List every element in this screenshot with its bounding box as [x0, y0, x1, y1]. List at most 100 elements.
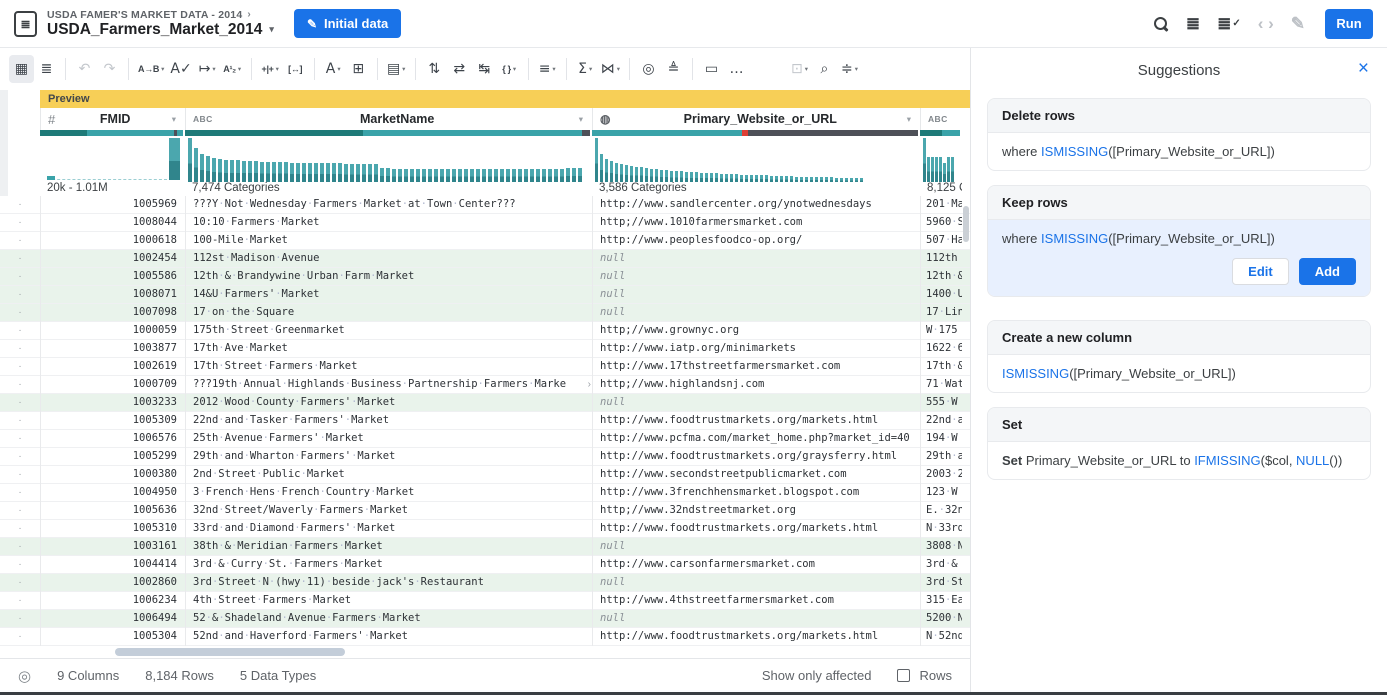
histogram-bar[interactable]	[296, 163, 300, 182]
cell-fmid[interactable]: 1003161	[40, 538, 185, 556]
table-row[interactable]: ·10044143rd·&·Curry·St.·Farmers·Marketht…	[0, 556, 970, 574]
cell-fmid[interactable]: 1005309	[40, 412, 185, 430]
histogram-bar[interactable]	[374, 164, 378, 182]
cell-street-address[interactable]: 17th·&	[920, 358, 962, 376]
histogram-bar[interactable]	[332, 163, 336, 182]
histogram-bar[interactable]	[610, 161, 613, 182]
histogram-bar[interactable]	[595, 138, 598, 182]
histogram-bar[interactable]	[542, 169, 546, 182]
histogram-bar[interactable]	[572, 168, 576, 182]
cell-primary-website[interactable]: http://www.iatp.org/minimarkets	[592, 340, 920, 358]
cell-street-address[interactable]: 22nd·a	[920, 412, 962, 430]
toolbar-more-options-button[interactable]: …	[724, 55, 749, 83]
histogram-bar[interactable]	[428, 169, 432, 182]
cell-market-name[interactable]: 38th·&·Meridian·Farmers·Market	[185, 538, 592, 556]
table-row[interactable]: ·100709817·on·the·Squarenull17·Lin	[0, 304, 970, 322]
cell-market-name[interactable]: 3rd·&·Curry·St.·Farmers·Market	[185, 556, 592, 574]
cell-market-name[interactable]: 17th·Ave·Market	[185, 340, 592, 358]
toolbar-new-column-button[interactable]: ⊞	[346, 55, 371, 83]
histogram-bar[interactable]	[635, 167, 638, 182]
cell-street-address[interactable]: 1400·U	[920, 286, 962, 304]
histogram-bar[interactable]	[266, 162, 270, 182]
chevron-down-icon[interactable]: ▾	[172, 114, 176, 125]
histogram-bar[interactable]	[923, 138, 926, 182]
range-low-bar[interactable]	[47, 176, 55, 180]
cell-primary-website[interactable]: http://www.secondstreetpublicmarket.com	[592, 466, 920, 484]
toolbar-stack-button[interactable]: ≜	[661, 55, 686, 83]
column-header-FMID[interactable]: #FMID▾	[40, 108, 185, 130]
histogram-bar[interactable]	[290, 163, 294, 182]
histogram-bar[interactable]	[645, 168, 648, 182]
cell-market-name[interactable]: 2012·Wood·County·Farmers'·Market	[185, 394, 592, 412]
histogram-bar[interactable]	[494, 169, 498, 182]
histogram-bar[interactable]	[947, 157, 950, 182]
histogram-bar[interactable]	[488, 169, 492, 182]
table-row[interactable]: ·100531033rd·and·Diamond·Farmers'·Market…	[0, 520, 970, 538]
cell-fmid[interactable]: 1002860	[40, 574, 185, 592]
toolbar-manage-rows-button[interactable]: ▤▾	[384, 55, 409, 83]
histogram-bar[interactable]	[700, 173, 703, 182]
histogram-bar[interactable]	[434, 169, 438, 182]
histogram-bar[interactable]	[625, 165, 628, 182]
column-header-col-4[interactable]: ABC	[920, 108, 962, 130]
suggestion-card-body[interactable]: where ISMISSING([Primary_Website_or_URL]…	[988, 220, 1370, 296]
cell-street-address[interactable]: 12th·&	[920, 268, 962, 286]
histogram-bar[interactable]	[386, 168, 390, 182]
histogram-bar[interactable]	[452, 169, 456, 182]
cell-street-address[interactable]: 112th	[920, 250, 962, 268]
horizontal-scrollbar[interactable]	[0, 646, 970, 658]
cell-primary-website[interactable]: null	[592, 250, 920, 268]
toolbar-join-button[interactable]: ⋈▾	[598, 55, 623, 83]
toolbar-pivot-button[interactable]: ⇄	[447, 55, 472, 83]
table-row[interactable]: ·1000618100-Mile·Markethttp://www.people…	[0, 232, 970, 250]
cell-fmid[interactable]: 1005969	[40, 196, 185, 214]
histogram-bar[interactable]	[730, 174, 733, 182]
histogram-bar[interactable]	[230, 160, 234, 182]
histogram-bar[interactable]	[680, 171, 683, 182]
histogram-bar[interactable]	[536, 169, 540, 182]
cell-fmid[interactable]: 1004414	[40, 556, 185, 574]
column-header-MarketName[interactable]: ABCMarketName▾	[185, 108, 592, 130]
histogram-bar[interactable]	[254, 161, 258, 182]
histogram-bar[interactable]	[272, 162, 276, 182]
toolbar-sort-button[interactable]: A¹₂▾	[220, 55, 245, 83]
table-row[interactable]: ·100529929th·and·Wharton·Farmers'·Market…	[0, 448, 970, 466]
table-row[interactable]: ·100558612th·&·Brandywine·Urban·Farm·Mar…	[0, 268, 970, 286]
cell-street-address[interactable]: 201·Ma	[920, 196, 962, 214]
histogram-bar[interactable]	[931, 157, 934, 182]
histogram-bar[interactable]	[725, 174, 728, 182]
toolbar-list-view-button[interactable]: ≣	[34, 55, 59, 83]
histogram-bar[interactable]	[943, 163, 946, 182]
cell-fmid[interactable]: 1002454	[40, 250, 185, 268]
eye-icon[interactable]: ◎	[18, 667, 31, 685]
toolbar-validate-button[interactable]: A✓	[167, 55, 194, 83]
histogram-bar[interactable]	[212, 158, 216, 182]
cell-street-address[interactable]: E.·32n	[920, 502, 962, 520]
histogram-bar[interactable]	[326, 163, 330, 182]
cell-street-address[interactable]: 3808·N	[920, 538, 962, 556]
histogram-bar[interactable]	[518, 169, 522, 182]
histogram-bar[interactable]	[278, 162, 282, 182]
histogram-bar[interactable]	[392, 169, 396, 182]
histogram-bar[interactable]	[260, 162, 264, 182]
cell-primary-website[interactable]: http://www.foodtrustmarkets.org/markets.…	[592, 520, 920, 538]
histogram-bar[interactable]	[740, 175, 743, 182]
histogram-bar[interactable]	[458, 169, 462, 182]
suggestion-card-create-a-new-column[interactable]: Create a new columnISMISSING([Primary_We…	[987, 320, 1371, 393]
table-row[interactable]: ·1000709???19th·Annual·Highlands·Busines…	[0, 376, 970, 394]
histogram-bar[interactable]	[236, 160, 240, 182]
histogram-bar[interactable]	[705, 173, 708, 182]
cell-market-name[interactable]: 22nd·and·Tasker·Farmers'·Market	[185, 412, 592, 430]
cell-fmid[interactable]: 1005586	[40, 268, 185, 286]
histogram-bar[interactable]	[690, 172, 693, 182]
table-row[interactable]: ·100657625th·Avenue·Farmers'·Markethttp:…	[0, 430, 970, 448]
histogram-bar[interactable]	[939, 157, 942, 182]
histogram-bar[interactable]	[470, 169, 474, 182]
histogram-bar[interactable]	[440, 169, 444, 182]
table-row[interactable]: ·10049503·French·Hens·French·Country·Mar…	[0, 484, 970, 502]
cell-primary-website[interactable]: null	[592, 574, 920, 592]
histogram-bar[interactable]	[284, 162, 288, 182]
cell-primary-website[interactable]: http://www.foodtrustmarkets.org/graysfer…	[592, 448, 920, 466]
cell-primary-website[interactable]: http://www.foodtrustmarkets.org/markets.…	[592, 628, 920, 646]
cell-fmid[interactable]: 1006494	[40, 610, 185, 628]
